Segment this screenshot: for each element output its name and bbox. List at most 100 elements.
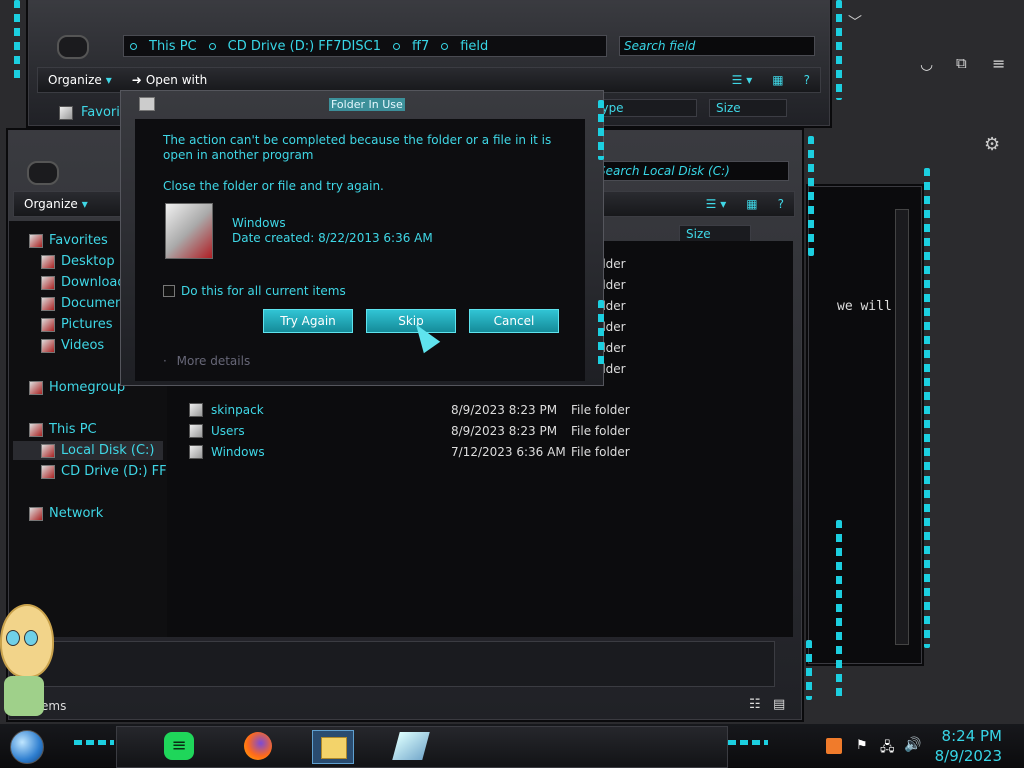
network-tray-icon[interactable]: 🖧	[880, 738, 895, 760]
details-view-icon[interactable]: ☷	[749, 697, 761, 712]
taskbar: ≡ ⚑ 🖧 🔊 8:24 PM 8/9/2023	[0, 724, 1024, 768]
nav-cd-drive[interactable]: CD Drive (D:) FF7D	[41, 464, 185, 479]
notes-app-icon[interactable]: ≡	[164, 732, 194, 760]
console-window: we will	[808, 186, 922, 664]
nav-local-disk[interactable]: Local Disk (C:)	[13, 441, 163, 460]
breadcrumb-separator-icon	[208, 42, 216, 50]
breadcrumb-separator-icon	[441, 42, 449, 50]
col-type[interactable]: Type	[589, 99, 697, 117]
cd-drive-icon	[41, 464, 55, 479]
table-row[interactable]: skinpack 8/9/2023 8:23 PM File folder	[189, 403, 789, 417]
file-type: File folder	[571, 424, 630, 438]
organize-label: Organize	[24, 197, 78, 211]
details-pane	[13, 641, 775, 687]
file-type: File folder	[571, 445, 630, 459]
front-search-input[interactable]: Search Local Disk (C:)	[593, 161, 789, 181]
folder-in-use-dialog: Folder In Use The action can't be comple…	[120, 90, 604, 386]
pictures-icon	[41, 317, 55, 332]
folder-icon	[189, 424, 203, 438]
start-button[interactable]	[10, 730, 44, 764]
drive-icon	[41, 443, 55, 458]
star-icon	[59, 105, 73, 120]
chevron-down-icon[interactable]: ﹀	[848, 12, 862, 32]
breadcrumb-item[interactable]: CD Drive (D:) FF7DISC1	[228, 39, 381, 54]
dialog-content: The action can't be completed because th…	[135, 119, 585, 381]
front-orb-icon[interactable]	[27, 161, 59, 185]
nav-desktop[interactable]: Desktop	[41, 254, 115, 269]
flag-icon[interactable]: ⚑	[856, 738, 868, 753]
apply-all-label[interactable]: Do this for all current items	[181, 284, 346, 298]
volume-icon[interactable]: 🔊	[904, 737, 921, 753]
star-icon	[29, 233, 43, 248]
sublime-tray-icon[interactable]	[826, 738, 842, 754]
table-row[interactable]: Users 8/9/2023 8:23 PM File folder	[189, 424, 789, 438]
file-date: 8/9/2023 8:23 PM	[451, 424, 558, 438]
preview-pane-button[interactable]: ▦	[736, 197, 767, 211]
console-deco-left	[924, 168, 930, 648]
back-orb-icon[interactable]	[57, 35, 89, 59]
folder-icon	[189, 445, 203, 459]
videos-icon	[41, 338, 55, 353]
nav-label: Favorites	[49, 233, 108, 248]
help-icon[interactable]: ?	[768, 197, 794, 211]
nav-pictures[interactable]: Pictures	[41, 317, 112, 332]
breadcrumb-item[interactable]: field	[460, 39, 488, 54]
back-search-input[interactable]: Search field	[619, 36, 815, 56]
clock-time[interactable]: 8:24 PM	[930, 727, 1002, 745]
try-again-button[interactable]: Try Again	[263, 309, 353, 333]
col-size[interactable]: Size	[709, 99, 787, 117]
nav-documents[interactable]: Document	[41, 296, 128, 311]
view-options-button[interactable]: ☰ ▾	[696, 197, 737, 211]
preview-pane-button[interactable]: ▦	[762, 73, 793, 87]
more-details-label: More details	[176, 354, 251, 368]
taskbar-deco-right	[728, 740, 768, 745]
dialog-instruction: Close the folder or file and try again.	[163, 179, 384, 193]
documents-icon	[41, 296, 55, 311]
nav-homegroup[interactable]: Homegroup	[29, 380, 125, 395]
organize-button[interactable]: Organize ▾	[14, 197, 98, 211]
scrollbar[interactable]	[895, 209, 909, 645]
cancel-button[interactable]: Cancel	[469, 309, 559, 333]
organize-button[interactable]: Organize ▾	[38, 73, 122, 87]
chevron-down-icon: ▾	[81, 197, 88, 211]
open-with-label: Open with	[145, 73, 208, 87]
back-deco-left	[14, 0, 20, 80]
nav-label: Videos	[61, 338, 105, 353]
nav-favorites-partial[interactable]: Favori	[59, 105, 120, 120]
file-date: 8/9/2023 8:23 PM	[451, 403, 558, 417]
nav-label: Document	[61, 296, 129, 311]
nav-favorites[interactable]: Favorites	[29, 233, 108, 248]
table-row[interactable]: Windows 7/12/2023 6:36 AM File folder	[189, 445, 789, 459]
pocket-icon[interactable]: ◡	[920, 55, 933, 73]
firefox-icon[interactable]	[244, 732, 272, 760]
character-sticker	[0, 600, 54, 720]
open-with-button[interactable]: ➜ Open with	[122, 73, 217, 87]
dialog-deco-right-low	[598, 300, 604, 370]
nav-network[interactable]: Network	[29, 506, 103, 521]
dialog-app-icon	[139, 97, 155, 111]
extensions-icon[interactable]: ⧉	[956, 54, 967, 72]
file-explorer-icon[interactable]	[312, 730, 354, 764]
chevron-down-icon: ▾	[105, 73, 112, 87]
file-name: Windows	[211, 445, 265, 459]
breadcrumb-item[interactable]: This PC	[149, 39, 197, 54]
breadcrumb-item[interactable]: ff7	[412, 39, 429, 54]
help-icon[interactable]: ?	[794, 73, 820, 87]
menu-icon[interactable]: ≡	[992, 54, 1005, 73]
view-options-button[interactable]: ☰ ▾	[722, 73, 763, 87]
clock-date[interactable]: 8/9/2023	[930, 747, 1002, 765]
file-name: Users	[211, 424, 245, 438]
nav-downloads[interactable]: Downloads	[41, 275, 132, 290]
network-icon	[29, 506, 43, 521]
nav-label: Network	[49, 506, 104, 521]
nav-this-pc[interactable]: This PC	[29, 422, 97, 437]
apply-all-checkbox[interactable]	[163, 285, 175, 297]
large-icons-view-icon[interactable]: ▤	[773, 697, 785, 712]
more-details-toggle[interactable]: · More details	[163, 354, 250, 368]
nav-label: Local Disk (C:)	[61, 443, 155, 458]
front-deco-right	[808, 136, 814, 256]
windows-folder-icon	[165, 203, 213, 259]
nav-videos[interactable]: Videos	[41, 338, 104, 353]
back-address-bar[interactable]: This PC CD Drive (D:) FF7DISC1 ff7 field	[123, 35, 607, 57]
gear-icon[interactable]: ⚙	[984, 134, 1000, 155]
